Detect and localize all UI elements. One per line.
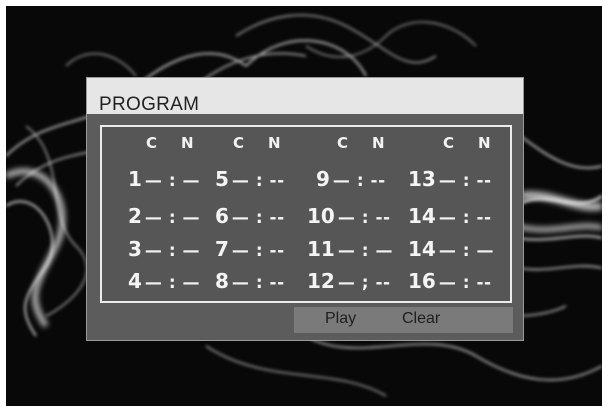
slot-value: — : —: [438, 241, 494, 261]
slot-number: 3: [128, 237, 142, 261]
slot-number: 11: [307, 237, 335, 261]
program-slot[interactable]: 8— : --: [215, 269, 285, 293]
program-dialog: PROGRAM C N C N C N C N 1— : — 2— : — 3—…: [86, 77, 524, 341]
clear-button[interactable]: Clear: [402, 310, 440, 328]
column-header-c: C: [337, 134, 349, 152]
slot-number: 14: [408, 237, 436, 261]
slot-value: — : —: [337, 241, 393, 261]
button-strip: Play Clear: [294, 307, 513, 333]
slot-value: — : --: [231, 241, 285, 261]
dialog-button-bar: Play Clear: [87, 304, 523, 340]
slot-number: 4: [128, 269, 142, 293]
column-header-n: N: [268, 134, 281, 152]
column-header-c: C: [146, 134, 158, 152]
slot-value: — : --: [231, 273, 285, 293]
slot-number: 16: [408, 269, 436, 293]
slot-value: — : --: [231, 171, 285, 191]
dialog-title-bar: PROGRAM: [87, 78, 523, 115]
slot-number: 14: [408, 204, 436, 228]
slot-value: — : —: [144, 208, 201, 228]
column-header-c: C: [443, 134, 455, 152]
program-slot[interactable]: 5— : --: [215, 167, 285, 191]
program-slot[interactable]: 1— : —: [128, 167, 200, 191]
column-header-n: N: [181, 134, 194, 152]
column-header-c: C: [233, 134, 245, 152]
slot-number: 9: [316, 167, 330, 191]
slot-value: — : --: [438, 273, 492, 293]
slot-number: 6: [215, 204, 229, 228]
program-slot-grid: C N C N C N C N 1— : — 2— : — 3— : — 4— …: [100, 125, 512, 303]
program-slot[interactable]: 6— : --: [215, 204, 285, 228]
tv-screen: PROGRAM C N C N C N C N 1— : — 2— : — 3—…: [6, 6, 602, 406]
slot-value: — : —: [144, 241, 201, 261]
program-slot[interactable]: 4— : —: [128, 269, 200, 293]
slot-number: 13: [408, 167, 436, 191]
slot-number: 10: [307, 204, 335, 228]
play-button[interactable]: Play: [325, 310, 356, 328]
slot-number: 7: [215, 237, 229, 261]
slot-number: 1: [128, 167, 142, 191]
program-slot[interactable]: 3— : —: [128, 237, 200, 261]
program-slot[interactable]: 14— : —: [408, 237, 494, 261]
program-slot[interactable]: 10— : --: [307, 204, 391, 228]
column-header-n: N: [372, 134, 385, 152]
slot-number: 2: [128, 204, 142, 228]
program-slot[interactable]: 13— : --: [408, 167, 492, 191]
slot-value: — : —: [144, 171, 201, 191]
slot-value: — ; --: [337, 273, 391, 293]
slot-number: 12: [307, 269, 335, 293]
slot-number: 8: [215, 269, 229, 293]
program-slot[interactable]: 16— : --: [408, 269, 492, 293]
program-slot[interactable]: 11— : —: [307, 237, 393, 261]
column-header-n: N: [478, 134, 491, 152]
slot-value: — : --: [332, 171, 386, 191]
slot-value: — : —: [144, 273, 201, 293]
slot-value: — : --: [231, 208, 285, 228]
program-slot[interactable]: 7— : --: [215, 237, 285, 261]
slot-number: 5: [215, 167, 229, 191]
slot-value: — : --: [337, 208, 391, 228]
program-slot[interactable]: 14— : --: [408, 204, 492, 228]
program-slot[interactable]: 12— ; --: [307, 269, 391, 293]
program-slot[interactable]: 9— : --: [316, 167, 386, 191]
slot-value: — : --: [438, 208, 492, 228]
slot-value: — : --: [438, 171, 492, 191]
program-slot[interactable]: 2— : —: [128, 204, 200, 228]
dialog-title: PROGRAM: [99, 94, 200, 115]
